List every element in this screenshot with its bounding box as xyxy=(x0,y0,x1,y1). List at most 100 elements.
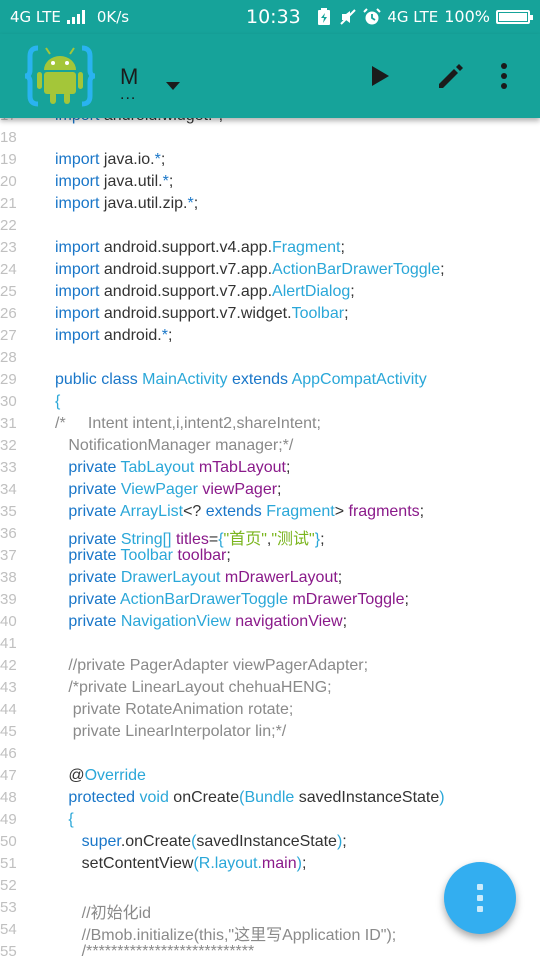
code-line[interactable]: 49 { xyxy=(0,811,540,833)
code-token: java.util. xyxy=(99,173,163,190)
code-line[interactable]: 19 import java.io.*; xyxy=(0,151,540,173)
code-line[interactable]: 34 private ViewPager viewPager; xyxy=(0,481,540,503)
code-line[interactable]: 20 import java.util.*; xyxy=(0,173,540,195)
code-line[interactable]: 43 /*private LinearLayout chehuaHENG; xyxy=(0,679,540,701)
signal-icon xyxy=(66,10,85,24)
code-line[interactable]: 29 public class MainActivity extends AppC… xyxy=(0,371,540,393)
code-line[interactable]: 33 private TabLayout mTabLayout; xyxy=(0,459,540,481)
code-line[interactable]: 46 xyxy=(0,745,540,767)
code-line[interactable]: 36 private String[] titles={"首页","测试"}; xyxy=(0,525,540,548)
code-token: ; xyxy=(350,283,355,300)
line-number: 48 xyxy=(0,789,17,806)
code-line[interactable]: 38 private DrawerLayout mDrawerLayout; xyxy=(0,569,540,591)
code-line[interactable]: 42 //private PagerAdapter viewPagerAdapt… xyxy=(0,657,540,679)
app-logo-icon[interactable] xyxy=(24,42,96,110)
code-editor[interactable]: 17import android.widget.*;1819import jav… xyxy=(0,107,540,960)
line-number: 43 xyxy=(0,679,17,696)
line-number: 52 xyxy=(0,877,17,894)
line-number: 18 xyxy=(0,129,17,146)
code-token: ActionBarDrawerToggle xyxy=(272,261,441,278)
code-token: "测试" xyxy=(271,531,315,548)
code-line[interactable]: 55 /*************************** xyxy=(0,943,540,960)
code-line[interactable]: 35 private ArrayList<? extends Fragment>… xyxy=(0,503,540,525)
code-line[interactable]: 48 protected void onCreate(Bundle savedI… xyxy=(0,789,540,811)
code-token: Override xyxy=(84,767,146,784)
code-text: private DrawerLayout mDrawerLayout; xyxy=(55,569,342,587)
code-line[interactable]: 45 private LinearInterpolator lin;*/ xyxy=(0,723,540,745)
code-line[interactable]: 30 { xyxy=(0,393,540,415)
code-line[interactable]: 37 private Toolbar toolbar; xyxy=(0,547,540,569)
code-line[interactable]: 24 import android.support.v7.app.ActionBa… xyxy=(0,261,540,283)
code-token: ) xyxy=(439,789,445,806)
code-line[interactable]: 41 xyxy=(0,635,540,657)
file-dropdown-icon[interactable] xyxy=(166,82,180,90)
line-number: 25 xyxy=(0,283,17,300)
code-token: android.support.v4.app. xyxy=(99,239,273,256)
run-button[interactable] xyxy=(358,54,402,98)
code-text: private NavigationView navigationView; xyxy=(55,613,347,631)
edit-button[interactable] xyxy=(429,54,473,98)
code-line[interactable]: 26 import android.support.v7.widget.Toolb… xyxy=(0,305,540,327)
battery-fill xyxy=(499,12,527,21)
floating-action-button[interactable] xyxy=(444,862,516,934)
pencil-icon xyxy=(439,64,463,88)
code-text: import java.util.*; xyxy=(55,173,173,191)
code-line[interactable]: 22 xyxy=(0,217,540,239)
code-line[interactable]: 21 import java.util.zip.*; xyxy=(0,195,540,217)
code-text: import android.*; xyxy=(55,327,172,345)
overflow-menu-button[interactable] xyxy=(482,54,526,98)
code-token: java.io. xyxy=(99,151,155,168)
code-text: import android.support.v7.widget.Toolbar… xyxy=(55,305,349,323)
code-token: extends xyxy=(231,371,292,388)
code-line[interactable]: 47 @Override xyxy=(0,767,540,789)
code-token: ; xyxy=(285,459,291,476)
code-line[interactable]: 40 private NavigationView navigationView… xyxy=(0,613,540,635)
code-text: private LinearInterpolator lin;*/ xyxy=(55,723,286,741)
code-text: import java.util.zip.*; xyxy=(55,195,198,213)
code-text: private ArrayList<? extends Fragment> fr… xyxy=(55,503,424,521)
code-line[interactable]: 32 NotificationManager manager;*/ xyxy=(0,437,540,459)
line-number: 35 xyxy=(0,503,17,520)
code-token: Toolbar xyxy=(120,547,178,564)
code-line[interactable]: 28 xyxy=(0,349,540,371)
more-vertical-icon xyxy=(477,884,483,912)
code-token: public class xyxy=(55,371,143,388)
code-text: super.onCreate(savedInstanceState); xyxy=(55,833,347,851)
line-number: 36 xyxy=(0,525,17,542)
code-line[interactable]: 18 xyxy=(0,129,540,151)
line-number: 54 xyxy=(0,921,17,938)
code-token: //private PagerAdapter viewPagerAdapter; xyxy=(55,657,369,674)
mute-icon xyxy=(339,8,357,26)
code-token: toolbar xyxy=(177,547,227,564)
code-token: private xyxy=(68,481,121,498)
code-token: titles xyxy=(175,531,209,548)
code-text: public class MainActivity extends AppCom… xyxy=(55,371,427,389)
line-number: 27 xyxy=(0,327,17,344)
code-line[interactable]: 50 super.onCreate(savedInstanceState); xyxy=(0,833,540,855)
line-number: 32 xyxy=(0,437,17,454)
code-token: private xyxy=(68,613,121,630)
code-token: ; xyxy=(340,239,345,256)
line-number: 42 xyxy=(0,657,17,674)
code-token: R.layout. xyxy=(198,855,262,872)
code-text: private TabLayout mTabLayout; xyxy=(55,459,290,477)
code-token: .onCreate xyxy=(120,833,192,850)
code-token: fragments xyxy=(348,503,420,520)
code-line[interactable]: 44 private RotateAnimation rotate; xyxy=(0,701,540,723)
status-bar: 4G LTE 0K/s 10:33 4G LTE 100% xyxy=(0,0,540,34)
code-text: /* Intent intent,i,intent2,shareIntent; xyxy=(55,415,321,433)
code-token: import xyxy=(55,261,100,278)
code-text: //Bmob.initialize(this,"这里写Application I… xyxy=(55,921,397,945)
code-line[interactable]: 25 import android.support.v7.app.AlertDia… xyxy=(0,283,540,305)
code-text: /*private LinearLayout chehuaHENG; xyxy=(55,679,331,697)
code-line[interactable]: 27 import android.*; xyxy=(0,327,540,349)
code-line[interactable]: 23 import android.support.v4.app.Fragment… xyxy=(0,239,540,261)
code-line[interactable]: 39 private ActionBarDrawerToggle mDrawer… xyxy=(0,591,540,613)
code-token: ; xyxy=(342,833,347,850)
code-token: { xyxy=(68,811,74,828)
battery-icon xyxy=(496,9,533,24)
code-line[interactable]: 31 /* Intent intent,i,intent2,shareIntent… xyxy=(0,415,540,437)
